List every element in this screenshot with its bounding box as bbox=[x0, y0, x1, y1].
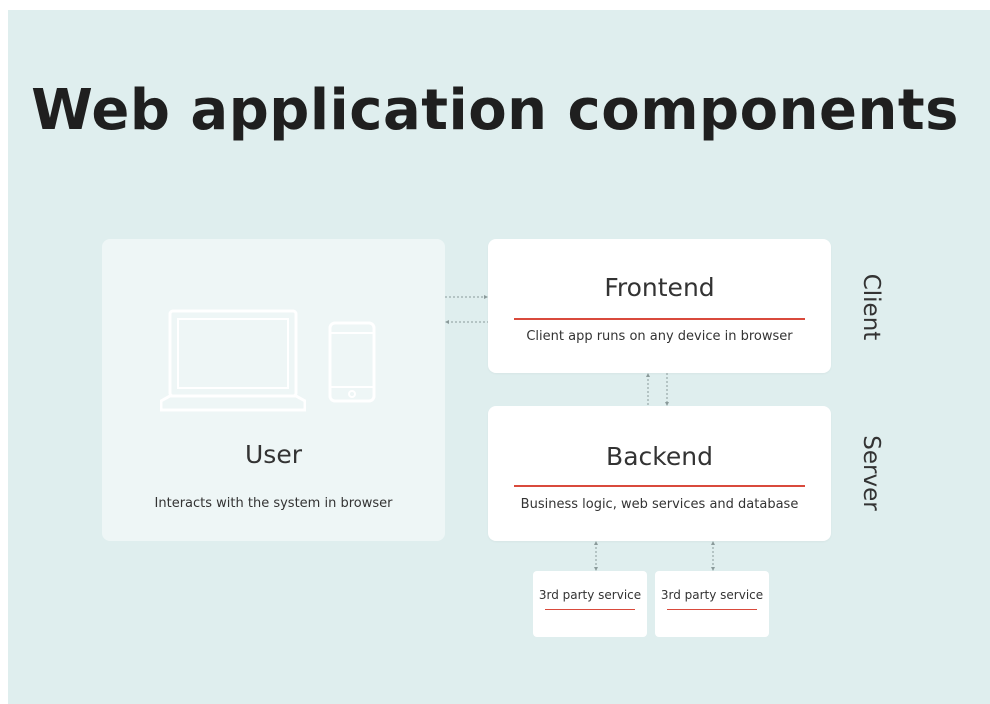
connector-layer bbox=[445, 295, 715, 571]
arrowhead bbox=[711, 567, 715, 571]
arrowhead bbox=[484, 295, 488, 299]
arrowhead bbox=[445, 320, 449, 324]
arrowhead bbox=[646, 373, 650, 377]
arrowhead bbox=[594, 541, 598, 545]
arrowhead bbox=[594, 567, 598, 571]
arrowhead bbox=[711, 541, 715, 545]
arrowhead bbox=[665, 402, 669, 406]
